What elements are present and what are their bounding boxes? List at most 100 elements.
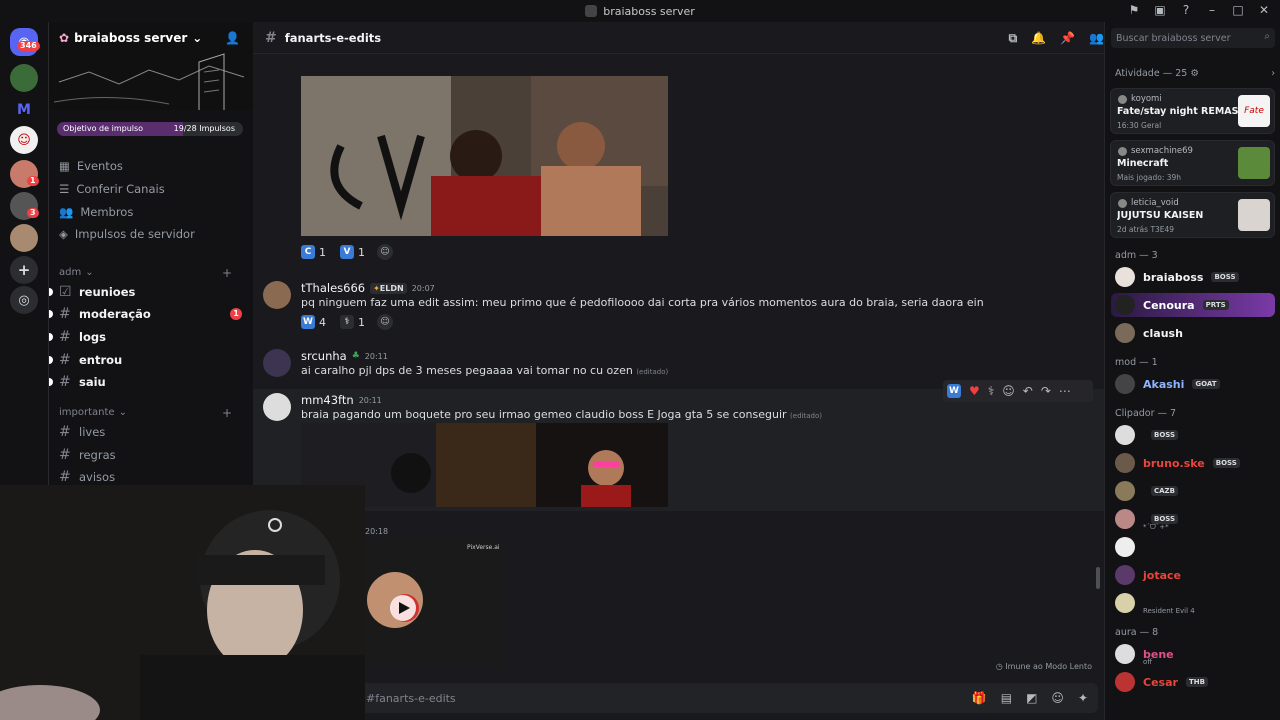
channel-saiu[interactable]: # saiu bbox=[49, 374, 244, 390]
channel-regras[interactable]: # regras bbox=[59, 447, 244, 463]
emoji-icon[interactable]: ☺ bbox=[1051, 691, 1064, 705]
video-attachment[interactable]: PixVerse.ai bbox=[365, 540, 505, 668]
member-item[interactable]: braiaboss BOSS bbox=[1115, 265, 1275, 289]
unread-indicator bbox=[49, 288, 53, 296]
channel-reunioes[interactable]: ☑ reunioes bbox=[49, 284, 244, 300]
member-item[interactable]: jotace bbox=[1115, 563, 1275, 587]
member-item[interactable]: CAZB bbox=[1115, 479, 1275, 503]
avatar[interactable] bbox=[263, 349, 291, 377]
chevron-right-icon[interactable]: › bbox=[1271, 68, 1275, 79]
scrollbar-thumb[interactable] bbox=[1096, 567, 1100, 589]
heart-icon[interactable]: ♥ bbox=[969, 384, 980, 398]
member-item[interactable] bbox=[1115, 535, 1275, 559]
member-item[interactable]: claush bbox=[1115, 321, 1275, 345]
message-composer[interactable]: #fanarts-e-edits 🎁 ▤ ◩ ☺ ✦ bbox=[358, 683, 1098, 713]
quick-reaction-w[interactable]: W bbox=[947, 384, 961, 398]
reaction-emoji[interactable]: ⚕ bbox=[340, 315, 354, 329]
add-reaction-icon[interactable]: ☺ bbox=[1002, 384, 1015, 398]
apps-icon[interactable]: ✦ bbox=[1078, 691, 1088, 705]
author-name[interactable]: srcunha bbox=[301, 349, 347, 363]
nav-events[interactable]: ▦ Eventos bbox=[59, 159, 123, 173]
add-channel-icon[interactable]: + bbox=[222, 406, 232, 420]
channel-label: reunioes bbox=[79, 285, 136, 299]
server-item[interactable] bbox=[10, 224, 38, 252]
maximize-icon[interactable]: □ bbox=[1230, 2, 1246, 18]
avatar[interactable] bbox=[263, 281, 291, 309]
avatar bbox=[1115, 481, 1135, 501]
member-list-icon[interactable]: 👥 bbox=[1089, 31, 1104, 46]
member-item[interactable]: BOSS bbox=[1115, 423, 1275, 447]
nav-browse-channels[interactable]: ☰ Conferir Canais bbox=[59, 182, 165, 196]
member-item[interactable]: Cesar THB bbox=[1115, 670, 1275, 694]
member-item[interactable]: Akashi GOAT bbox=[1115, 372, 1275, 396]
channel-label: moderação bbox=[79, 307, 151, 321]
video-watermark: PixVerse.ai bbox=[467, 544, 500, 551]
gear-icon: ⚙ bbox=[1190, 68, 1199, 79]
nav-members[interactable]: 👥 Membros bbox=[59, 205, 133, 219]
activity-header[interactable]: Atividade — 25 ⚙ › bbox=[1115, 68, 1275, 79]
threads-icon[interactable]: ⧉ bbox=[1009, 31, 1018, 46]
help-icon[interactable]: ? bbox=[1178, 2, 1194, 18]
category-label: adm bbox=[59, 267, 82, 278]
image-attachment[interactable] bbox=[301, 76, 668, 236]
member-status: off bbox=[1143, 658, 1153, 666]
notification-bell-icon[interactable]: 🔔 bbox=[1031, 31, 1046, 46]
channel-logs[interactable]: # logs bbox=[49, 329, 244, 345]
channel-moderacao[interactable]: # moderação 1 bbox=[49, 306, 244, 322]
reaction-c[interactable]: C bbox=[301, 245, 315, 259]
activity-sub: Mais jogado: 39h bbox=[1117, 173, 1181, 182]
member-item[interactable]: BOSS *ˊᗜˋ+* bbox=[1115, 507, 1275, 531]
search-input[interactable]: Buscar braiaboss server ⌕ bbox=[1111, 28, 1275, 48]
channel-title: fanarts-e-edits bbox=[284, 30, 382, 45]
category-importante[interactable]: importante ⌄ + bbox=[59, 406, 244, 420]
boost-goal-bar[interactable]: Objetivo de impulso 19/28 Impulsos bbox=[57, 122, 243, 136]
quick-reaction-emoji[interactable]: ⚕ bbox=[988, 384, 995, 398]
more-icon[interactable]: ⋯ bbox=[1059, 384, 1071, 398]
server-name[interactable]: braiaboss server bbox=[74, 31, 187, 45]
gift-icon[interactable]: 🎁 bbox=[972, 691, 987, 705]
inbox-icon[interactable]: ▣ bbox=[1152, 2, 1168, 18]
add-member-icon[interactable]: 👤 bbox=[225, 31, 240, 45]
channel-avisos[interactable]: # avisos bbox=[59, 469, 244, 485]
minimize-icon[interactable]: – bbox=[1204, 2, 1220, 18]
gif-icon[interactable]: ▤ bbox=[1001, 691, 1012, 705]
member-item[interactable]: bruno.ske BOSS bbox=[1115, 451, 1275, 475]
activity-card[interactable]: sexmachine69 Minecraft Mais jogado: 39h bbox=[1110, 140, 1275, 186]
pin-icon[interactable]: 📌 bbox=[1060, 31, 1075, 46]
activity-card[interactable]: koyomi Fate/stay night REMASTE... 16:30 Ge… bbox=[1110, 88, 1275, 134]
hash-icon: # bbox=[59, 424, 71, 440]
flag-icon[interactable]: ⚑ bbox=[1126, 2, 1142, 18]
nav-server-boosts[interactable]: ◈ Impulsos de servidor bbox=[59, 227, 195, 241]
member-item[interactable]: Resident Evil 4 bbox=[1115, 591, 1275, 615]
add-server-icon[interactable]: + bbox=[10, 256, 38, 284]
add-reaction-icon[interactable]: ☺ bbox=[377, 244, 393, 260]
reaction-w[interactable]: W bbox=[301, 315, 315, 329]
server-item[interactable] bbox=[10, 64, 38, 92]
reply-icon[interactable]: ↶ bbox=[1023, 384, 1033, 398]
chevron-down-icon: ⌄ bbox=[118, 407, 127, 418]
server-item-m[interactable]: M bbox=[10, 96, 38, 124]
avatar[interactable] bbox=[263, 393, 291, 421]
category-adm[interactable]: adm ⌄ + bbox=[59, 266, 244, 280]
activity-card[interactable]: leticia_void JUJUTSU KAISEN 2d atrás T3E49 bbox=[1110, 192, 1275, 238]
forward-icon[interactable]: ↷ bbox=[1041, 384, 1051, 398]
add-channel-icon[interactable]: + bbox=[222, 266, 232, 280]
member-item[interactable]: Cenoura PRTS bbox=[1111, 293, 1275, 317]
sticker-icon[interactable]: ◩ bbox=[1026, 691, 1037, 705]
chevron-down-icon[interactable]: ⌄ bbox=[192, 31, 202, 45]
composer-placeholder[interactable]: #fanarts-e-edits bbox=[366, 692, 456, 705]
member-sidebar: Buscar braiaboss server ⌕ Atividade — 25 … bbox=[1104, 22, 1280, 720]
reaction-v[interactable]: V bbox=[340, 245, 354, 259]
boost-icon: ◈ bbox=[59, 227, 68, 241]
member-item[interactable]: bene off bbox=[1115, 642, 1275, 666]
add-reaction-icon[interactable]: ☺ bbox=[377, 314, 393, 330]
explore-icon[interactable]: ◎ bbox=[10, 286, 38, 314]
message-text: ai caralho pjl dps de 3 meses pegaaaa va… bbox=[301, 364, 668, 377]
author-name[interactable]: mm43ftn bbox=[301, 393, 354, 407]
photo-graffiti bbox=[301, 76, 668, 236]
author-name[interactable]: tThales666 bbox=[301, 281, 365, 295]
channel-entrou[interactable]: # entrou bbox=[49, 352, 244, 368]
close-icon[interactable]: ✕ bbox=[1256, 2, 1272, 18]
channel-lives[interactable]: # lives bbox=[59, 424, 244, 440]
server-item[interactable]: ☺ bbox=[10, 126, 38, 154]
